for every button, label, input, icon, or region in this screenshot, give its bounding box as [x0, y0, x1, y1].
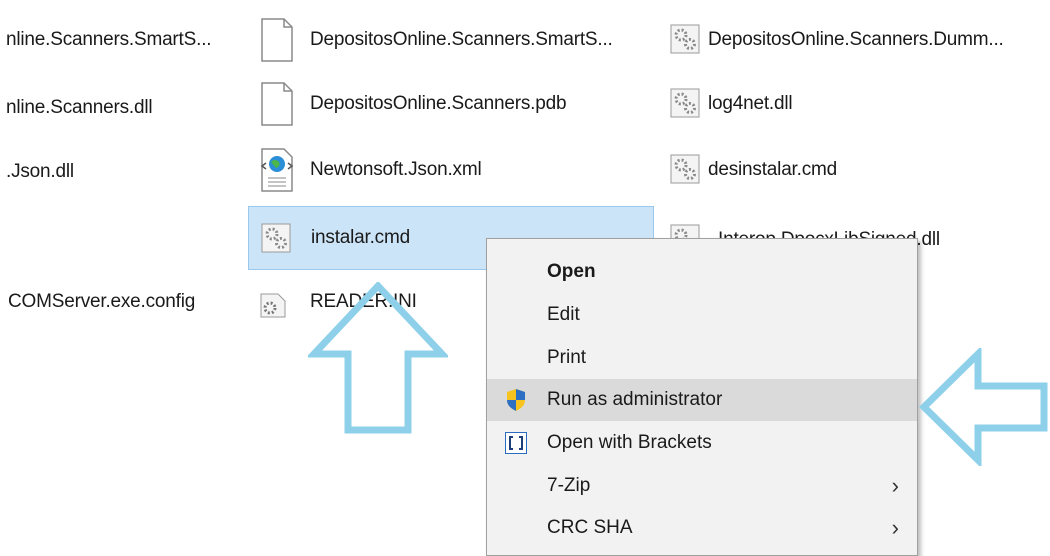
file-item[interactable]: COMServer.exe.config	[0, 270, 240, 334]
menu-item-7zip[interactable]: 7-Zip ›	[487, 465, 917, 507]
file-name: nline.Scanners.dll	[6, 97, 153, 118]
file-item[interactable]: DepositosOnline.Scanners.pdb	[248, 72, 654, 136]
file-name: nline.Scanners.SmartS...	[6, 29, 212, 50]
menu-item-print[interactable]: Print	[487, 337, 917, 379]
file-name: .Json.dll	[6, 161, 74, 182]
file-name: COMServer.exe.config	[8, 291, 196, 312]
annotation-arrow-up-icon	[308, 282, 448, 434]
settings-file-icon	[260, 293, 286, 318]
context-menu: Open Edit Print Run as administrator Ope…	[486, 238, 918, 556]
menu-item-label: Edit	[547, 304, 580, 325]
gear-icon	[670, 154, 700, 184]
menu-item-label: Run as administrator	[547, 389, 723, 410]
menu-item-label: 7-Zip	[547, 475, 591, 496]
file-name: DepositosOnline.Scanners.pdb	[310, 93, 567, 114]
file-item[interactable]: nline.Scanners.SmartS...	[0, 8, 240, 72]
chevron-right-icon: ›	[891, 473, 899, 498]
chevron-right-icon: ›	[891, 515, 899, 540]
xml-document-icon	[260, 148, 294, 192]
gear-icon	[670, 88, 700, 118]
file-item[interactable]: desinstalar.cmd	[662, 138, 1050, 202]
file-name: DepositosOnline.Scanners.Dumm...	[708, 29, 1004, 50]
menu-item-label: Open with Brackets	[547, 432, 712, 453]
file-item[interactable]: DepositosOnline.Scanners.Dumm...	[662, 8, 1050, 72]
menu-item-label: CRC SHA	[547, 517, 633, 538]
uac-shield-icon	[507, 389, 525, 411]
menu-item-crc-sha[interactable]: CRC SHA ›	[487, 507, 917, 549]
menu-item-run-as-administrator[interactable]: Run as administrator	[487, 379, 917, 421]
file-item[interactable]: nline.Scanners.dll	[0, 76, 240, 140]
file-item[interactable]: .Json.dll	[0, 140, 240, 204]
file-name: Newtonsoft.Json.xml	[310, 159, 482, 180]
document-icon	[261, 82, 293, 126]
file-name: desinstalar.cmd	[708, 159, 838, 180]
brackets-icon	[505, 432, 527, 454]
file-name: DepositosOnline.Scanners.SmartS...	[310, 29, 613, 50]
menu-item-label: Open	[547, 261, 596, 282]
gear-icon	[261, 223, 291, 253]
file-name: log4net.dll	[708, 93, 793, 114]
file-item[interactable]: log4net.dll	[662, 72, 1050, 136]
gear-icon	[670, 24, 700, 54]
menu-item-edit[interactable]: Edit	[487, 294, 917, 336]
menu-item-open-with-brackets[interactable]: Open with Brackets	[487, 422, 917, 464]
file-item[interactable]: DepositosOnline.Scanners.SmartS...	[248, 8, 654, 72]
annotation-arrow-left-icon	[919, 348, 1048, 466]
document-icon	[261, 18, 293, 62]
menu-item-open[interactable]: Open	[487, 251, 917, 293]
file-item[interactable]: Newtonsoft.Json.xml	[248, 138, 654, 202]
menu-item-label: Print	[547, 347, 587, 368]
file-name: instalar.cmd	[311, 227, 410, 248]
